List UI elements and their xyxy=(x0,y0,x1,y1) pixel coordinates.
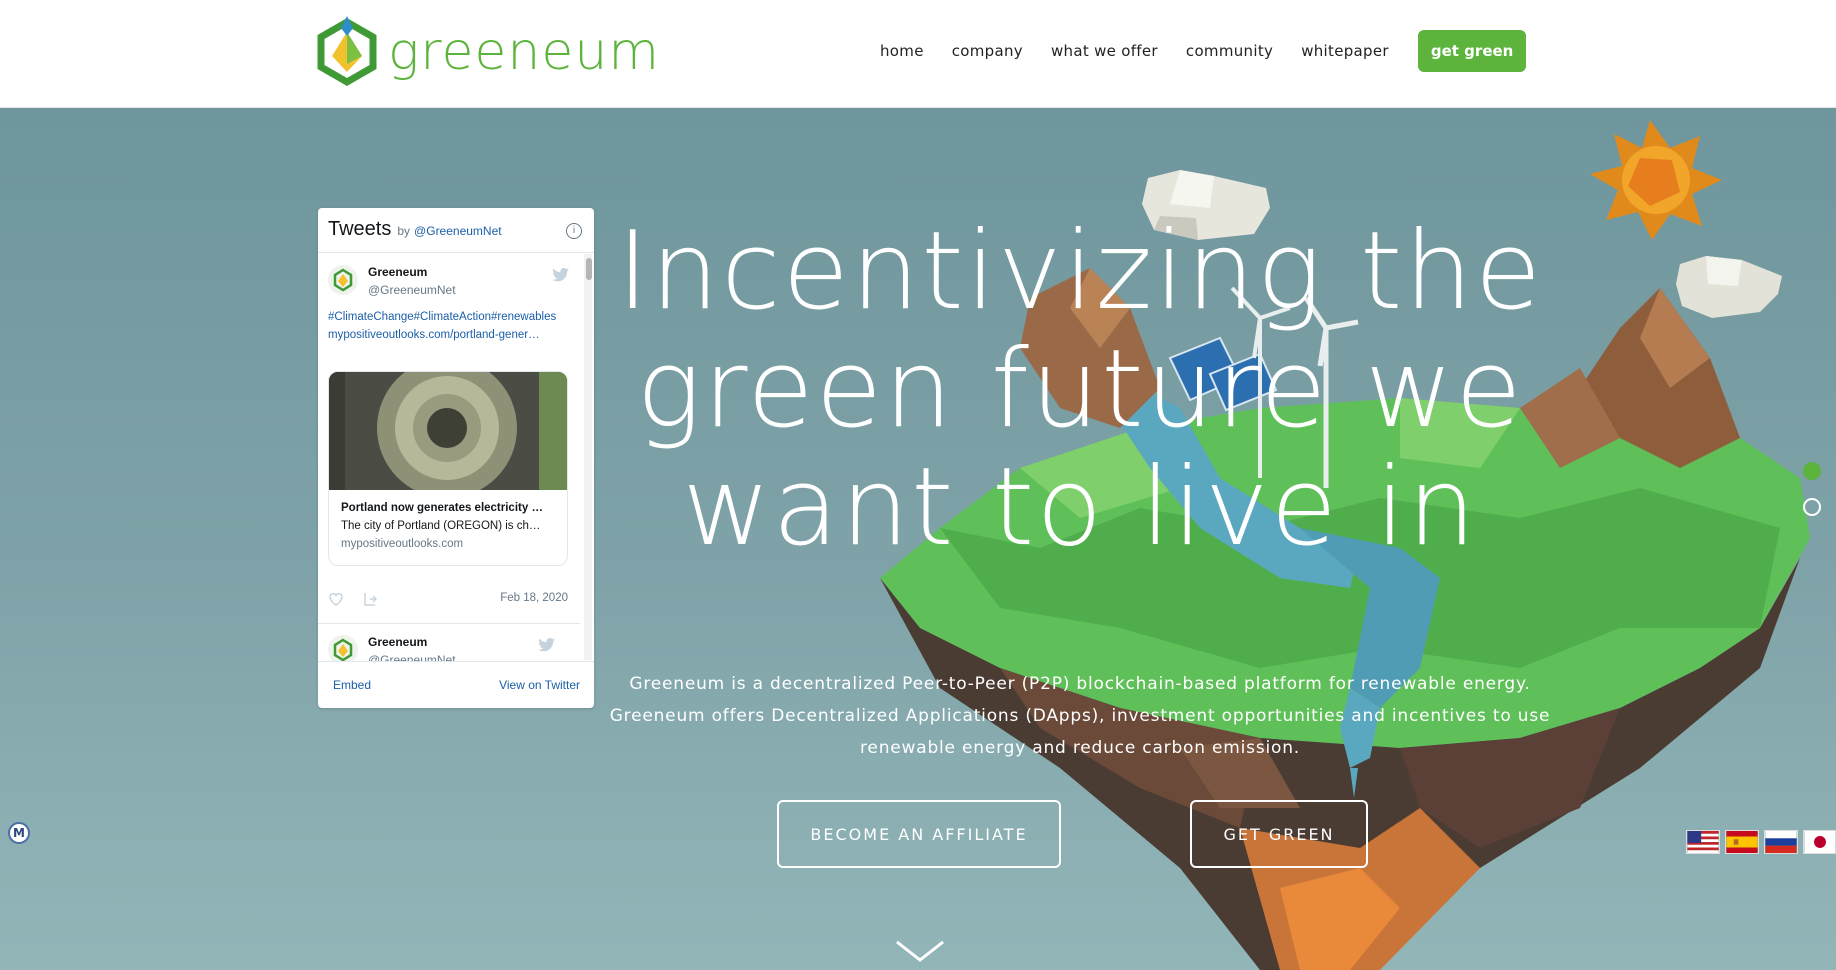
language-switcher xyxy=(1686,830,1836,854)
twitter-widget-body[interactable]: Greeneum @GreeneumNet #ClimateChange#Cli… xyxy=(318,253,594,661)
twitter-widget-header: Tweets by @GreeneumNet xyxy=(318,208,594,253)
become-affiliate-button[interactable]: BECOME AN AFFILIATE xyxy=(777,800,1061,868)
heart-icon[interactable] xyxy=(328,591,344,607)
avatar[interactable] xyxy=(328,635,358,661)
tweet-author-name[interactable]: Greeneum xyxy=(368,265,427,279)
nav-home[interactable]: home xyxy=(880,42,924,60)
scrollbar-thumb[interactable] xyxy=(586,258,592,280)
us-flag-icon[interactable] xyxy=(1686,830,1720,854)
twitter-widget-by: by xyxy=(397,224,411,238)
tweet-author-handle[interactable]: @GreeneumNet xyxy=(368,283,456,297)
info-icon[interactable]: i xyxy=(566,223,582,239)
tweet[interactable]: Greeneum @GreeneumNet xyxy=(318,623,580,661)
twitter-widget-footer: Embed View on Twitter xyxy=(318,661,594,708)
get-green-nav-button[interactable]: get green xyxy=(1417,30,1527,72)
es-flag-icon[interactable] xyxy=(1725,830,1759,854)
ru-flag-icon[interactable] xyxy=(1764,830,1798,854)
site-header: greeneum home company what we offer comm… xyxy=(0,0,1836,108)
tweet[interactable]: Greeneum @GreeneumNet #ClimateChange#Cli… xyxy=(318,253,594,624)
card-title: Portland now generates electricity … xyxy=(341,502,543,514)
nav-company[interactable]: company xyxy=(952,42,1023,60)
slide-dot[interactable] xyxy=(1803,498,1821,516)
slide-pagination xyxy=(1803,462,1821,534)
logo-wordmark: greeneum xyxy=(388,22,660,82)
sun-icon xyxy=(1590,120,1722,240)
hero-description-line: renewable energy and reduce carbon emiss… xyxy=(860,738,1300,758)
twitter-widget-handle-link[interactable]: @GreeneumNet xyxy=(414,224,502,238)
hero-headline-line: want to live in xyxy=(682,445,1478,570)
tweet-actions: Feb 18, 2020 xyxy=(328,589,578,609)
hero-headline-line: Incentivizing the xyxy=(616,209,1544,334)
nav-what-we-offer[interactable]: what we offer xyxy=(1051,42,1158,60)
avatar[interactable] xyxy=(328,265,358,295)
hero-section: Tweets by @GreeneumNet i Greeneum @Green… xyxy=(0,108,1836,970)
greeneum-logo-icon xyxy=(317,16,377,87)
card-domain: mypositiveoutlooks.com xyxy=(341,538,464,550)
scroll-down-chevron-icon[interactable] xyxy=(895,938,945,964)
hero-description-line: Greeneum offers Decentralized Applicatio… xyxy=(609,706,1551,726)
tweet-hashtags-link[interactable]: #ClimateChange#ClimateAction#renewables xyxy=(328,308,578,326)
tweet-author-handle[interactable]: @GreeneumNet xyxy=(368,653,456,661)
cloud-icon xyxy=(1676,256,1782,318)
nav-community[interactable]: community xyxy=(1186,42,1273,60)
tweet-date[interactable]: Feb 18, 2020 xyxy=(500,592,568,604)
card-description: The city of Portland (OREGON) is ch… xyxy=(341,520,541,532)
twitter-timeline-widget: Tweets by @GreeneumNet i Greeneum @Green… xyxy=(318,208,594,708)
jp-flag-icon[interactable] xyxy=(1803,830,1836,854)
embed-link[interactable]: Embed xyxy=(333,678,371,692)
tweet-author-name[interactable]: Greeneum xyxy=(368,635,427,649)
share-icon[interactable] xyxy=(362,591,378,607)
twitter-widget-scrollbar[interactable] xyxy=(584,254,592,660)
hero-description: Greeneum is a decentralized Peer-to-Peer… xyxy=(600,668,1560,764)
main-nav: home company what we offer community whi… xyxy=(880,30,1836,72)
twitter-widget-title: Tweets xyxy=(328,218,392,240)
twitter-bird-icon[interactable] xyxy=(538,637,556,653)
tweet-url-link[interactable]: mypositiveoutlooks.com/portland-gener… xyxy=(328,326,578,344)
hero-headline-line: green future we xyxy=(636,327,1524,452)
m-badge-icon[interactable]: M xyxy=(8,822,30,844)
get-green-button[interactable]: GET GREEN xyxy=(1190,800,1368,868)
tweet-text[interactable]: #ClimateChange#ClimateAction#renewables … xyxy=(328,308,578,344)
nav-whitepaper[interactable]: whitepaper xyxy=(1301,42,1389,60)
hero-description-line: Greeneum is a decentralized Peer-to-Peer… xyxy=(629,674,1531,694)
twitter-bird-icon[interactable] xyxy=(552,267,570,283)
hero-headline: Incentivizing the green future we want t… xyxy=(600,213,1560,567)
logo[interactable]: greeneum xyxy=(316,14,660,90)
view-on-twitter-link[interactable]: View on Twitter xyxy=(499,678,580,692)
tweet-link-card[interactable]: Portland now generates electricity … The… xyxy=(328,371,568,566)
slide-dot-active[interactable] xyxy=(1803,462,1821,480)
card-image xyxy=(329,372,567,498)
